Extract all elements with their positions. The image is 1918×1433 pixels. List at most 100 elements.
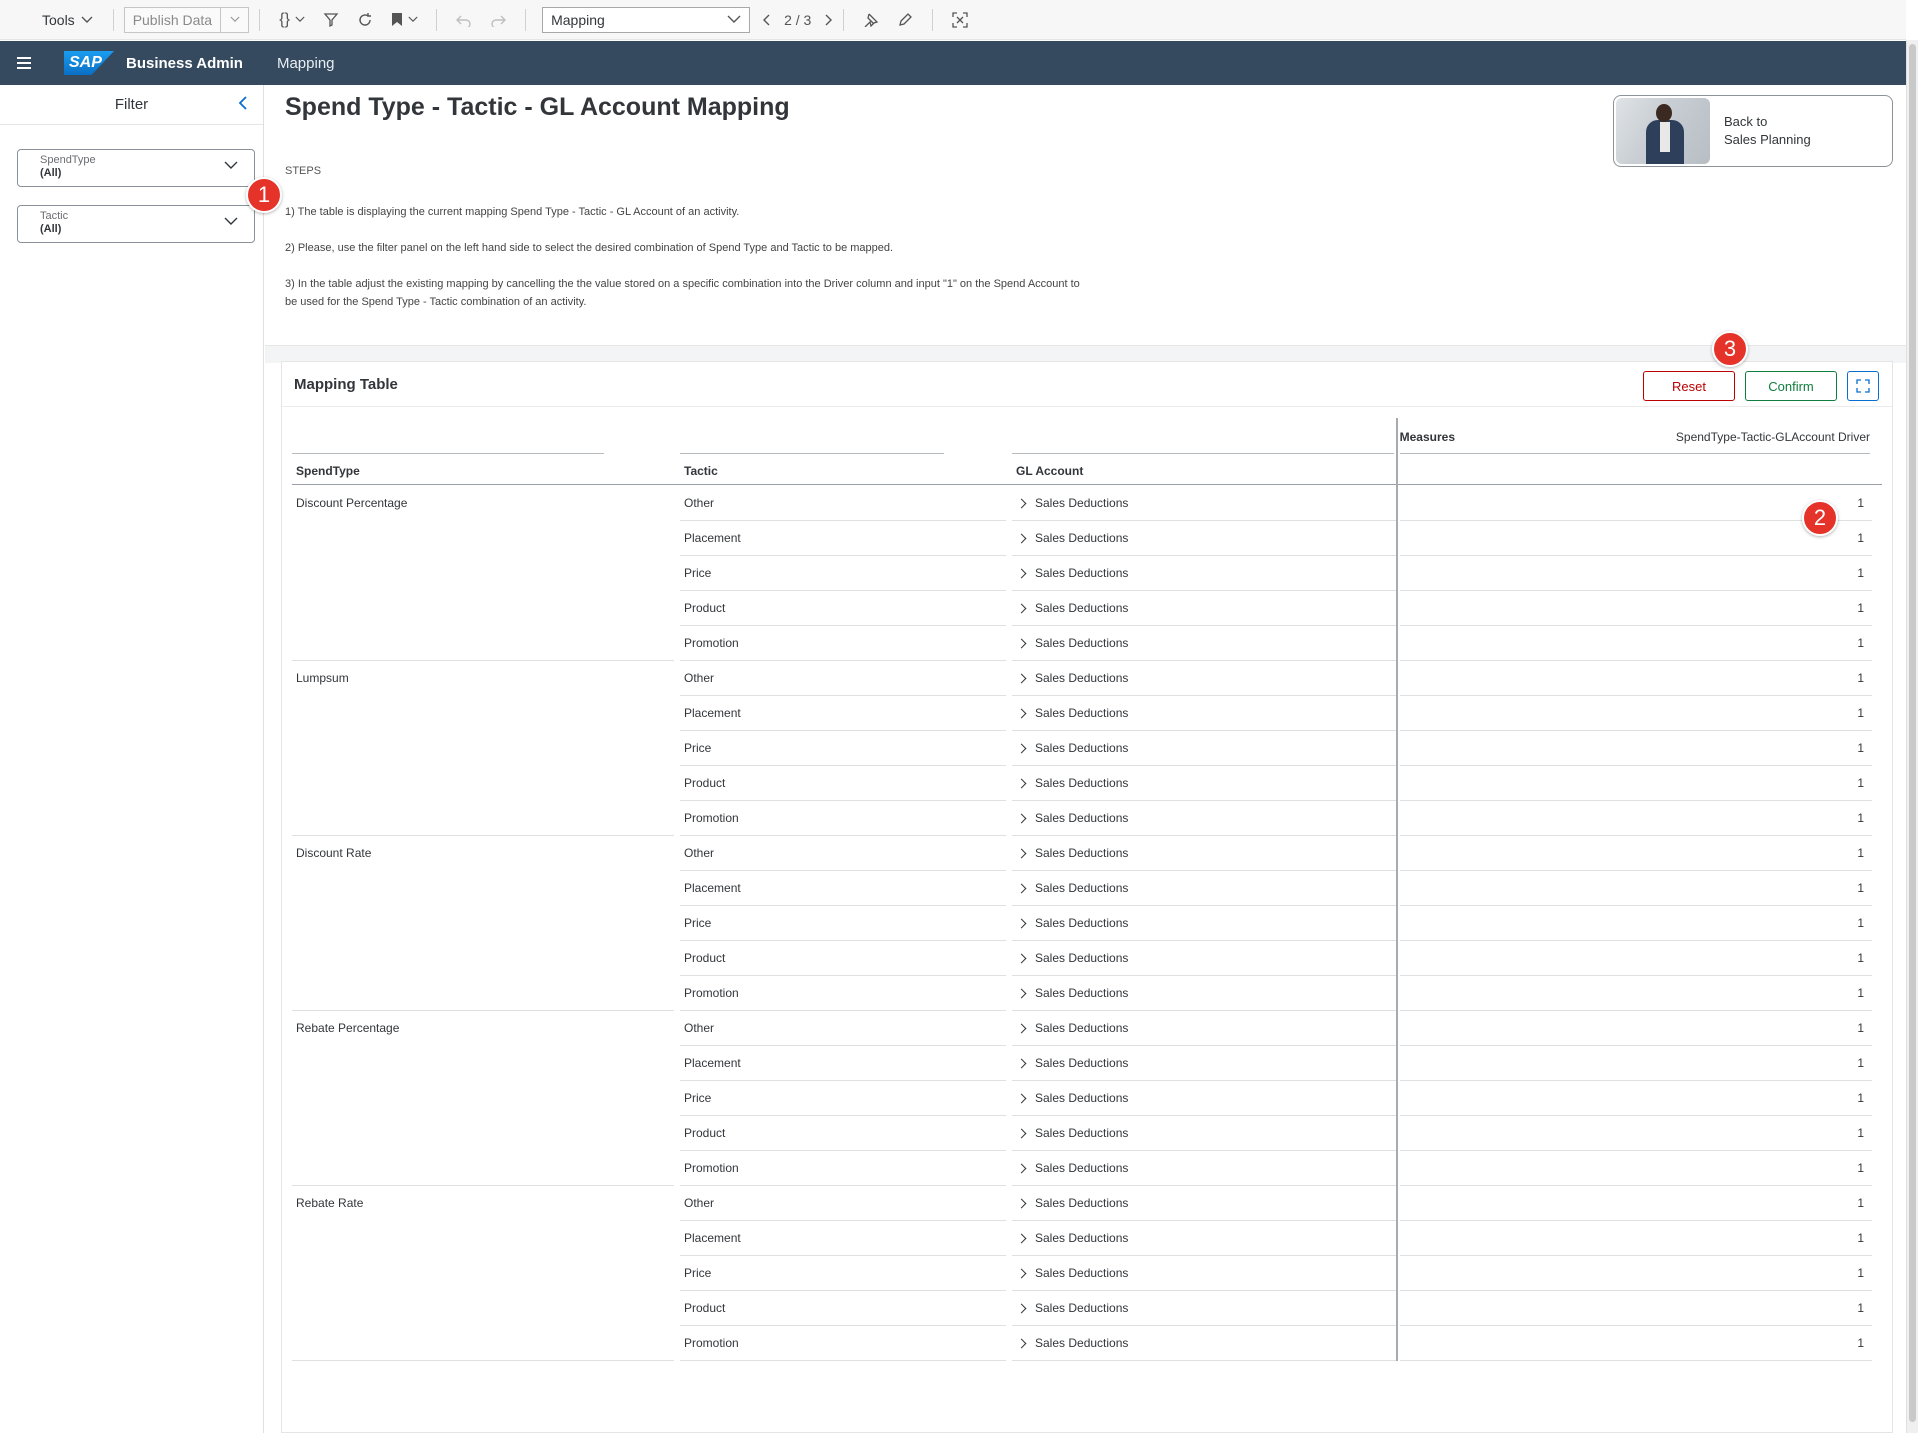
gl-account-cell[interactable]: Sales Deductions [1012,1256,1396,1291]
tactic-column-header[interactable]: Tactic [684,464,718,478]
chevron-right-icon[interactable] [1016,743,1027,753]
chevron-right-icon[interactable] [1016,1023,1027,1033]
chevron-right-icon[interactable] [1016,813,1027,823]
gl-account-cell[interactable]: Sales Deductions [1012,1011,1396,1046]
driver-value-cell[interactable]: 1 [1400,556,1872,591]
back-to-sales-planning-button[interactable]: Back to Sales Planning [1613,95,1893,167]
driver-value-cell[interactable]: 1 [1400,696,1872,731]
chevron-right-icon[interactable] [1016,1128,1027,1138]
publish-dropdown[interactable] [220,7,248,32]
chevron-right-icon[interactable] [1016,1058,1027,1068]
gl-account-cell[interactable]: Sales Deductions [1012,626,1396,661]
driver-value-cell[interactable]: 1 [1400,661,1872,696]
driver-value-cell[interactable]: 1 [1400,1011,1872,1046]
chevron-right-icon[interactable] [1016,918,1027,928]
chevron-right-icon[interactable] [1016,498,1027,508]
gl-account-cell[interactable]: Sales Deductions [1012,941,1396,976]
gl-account-cell[interactable]: Sales Deductions [1012,836,1396,871]
driver-value-cell[interactable]: 1 [1400,976,1872,1011]
chevron-right-icon[interactable] [1016,1233,1027,1243]
tactic-filter[interactable]: Tactic (All) [17,205,255,243]
spendtype-column-header[interactable]: SpendType [296,464,360,478]
gl-account-cell[interactable]: Sales Deductions [1012,486,1396,521]
undo-icon[interactable] [447,6,481,34]
chevron-right-icon[interactable] [1016,953,1027,963]
gl-account-cell[interactable]: Sales Deductions [1012,731,1396,766]
chevron-right-icon[interactable] [1016,848,1027,858]
driver-value-cell[interactable]: 1 [1400,1081,1872,1116]
chevron-right-icon[interactable] [1016,1163,1027,1173]
confirm-button[interactable]: Confirm [1745,371,1837,401]
refresh-icon[interactable] [348,6,382,34]
gl-account-cell[interactable]: Sales Deductions [1012,871,1396,906]
driver-value-cell[interactable]: 1 [1400,1326,1872,1361]
tools-menu[interactable]: Tools [42,6,93,34]
chevron-right-icon[interactable] [1016,568,1027,578]
chevron-right-icon[interactable] [1016,603,1027,613]
gl-account-cell[interactable]: Sales Deductions [1012,661,1396,696]
chevron-right-icon[interactable] [1016,1338,1027,1348]
chevron-right-icon[interactable] [1016,1303,1027,1313]
code-braces-icon[interactable]: {} [270,6,314,34]
driver-value-cell[interactable]: 1 [1400,941,1872,976]
spendtype-filter[interactable]: SpendType (All) [17,149,255,187]
gl-account-cell[interactable]: Sales Deductions [1012,1116,1396,1151]
chevron-right-icon[interactable] [1016,988,1027,998]
gl-account-cell[interactable]: Sales Deductions [1012,1291,1396,1326]
chevron-right-icon[interactable] [1016,533,1027,543]
fullscreen-icon[interactable] [943,6,977,34]
gl-account-cell[interactable]: Sales Deductions [1012,1151,1396,1186]
driver-value-cell[interactable]: 1 [1400,1116,1872,1151]
driver-value-cell[interactable]: 1 [1400,766,1872,801]
driver-value-cell[interactable]: 1 [1400,1046,1872,1081]
chevron-left-icon[interactable] [238,96,247,110]
filter-icon[interactable] [314,6,348,34]
driver-value-cell[interactable]: 1 [1400,591,1872,626]
driver-value-cell[interactable]: 1 [1400,626,1872,661]
driver-value-cell[interactable]: 1 [1400,836,1872,871]
gl-account-cell[interactable]: Sales Deductions [1012,1326,1396,1361]
gl-account-cell[interactable]: Sales Deductions [1012,591,1396,626]
chevron-left-icon[interactable] [762,14,770,26]
driver-value-cell[interactable]: 1 [1400,801,1872,836]
gl-account-cell[interactable]: Sales Deductions [1012,801,1396,836]
gl-account-cell[interactable]: Sales Deductions [1012,556,1396,591]
driver-value-cell[interactable]: 1 [1400,1256,1872,1291]
driver-value-cell[interactable]: 1 [1400,871,1872,906]
chevron-right-icon[interactable] [1016,1268,1027,1278]
driver-value-cell[interactable]: 1 [1400,731,1872,766]
chevron-right-icon[interactable] [825,14,833,26]
gl-account-cell[interactable]: Sales Deductions [1012,1081,1396,1116]
driver-value-cell[interactable]: 1 [1400,1151,1872,1186]
vertical-scrollbar[interactable] [1906,40,1918,1433]
gl-account-cell[interactable]: Sales Deductions [1012,766,1396,801]
pin-icon[interactable] [854,6,888,34]
expand-icon[interactable] [1847,371,1879,401]
driver-value-cell[interactable]: 1 [1400,1186,1872,1221]
gl-account-column-header[interactable]: GL Account [1016,464,1083,478]
gl-account-cell[interactable]: Sales Deductions [1012,521,1396,556]
bookmark-icon[interactable] [382,6,426,34]
chevron-right-icon[interactable] [1016,673,1027,683]
hamburger-icon[interactable] [0,41,48,85]
gl-account-cell[interactable]: Sales Deductions [1012,1221,1396,1256]
chevron-right-icon[interactable] [1016,1093,1027,1103]
edit-icon[interactable] [888,6,922,34]
chevron-right-icon[interactable] [1016,778,1027,788]
driver-value-cell[interactable]: 1 [1400,1221,1872,1256]
chevron-right-icon[interactable] [1016,883,1027,893]
chevron-right-icon[interactable] [1016,708,1027,718]
redo-icon[interactable] [481,6,515,34]
driver-value-cell[interactable]: 1 [1400,906,1872,941]
publish-data-button[interactable]: Publish Data [123,6,250,33]
breadcrumb[interactable]: Mapping [277,55,335,72]
driver-value-cell[interactable]: 1 [1400,521,1872,556]
chevron-right-icon[interactable] [1016,1198,1027,1208]
gl-account-cell[interactable]: Sales Deductions [1012,1046,1396,1081]
driver-value-cell[interactable]: 1 [1400,1291,1872,1326]
reset-button[interactable]: Reset [1643,371,1735,401]
gl-account-cell[interactable]: Sales Deductions [1012,1186,1396,1221]
chevron-right-icon[interactable] [1016,638,1027,648]
gl-account-cell[interactable]: Sales Deductions [1012,696,1396,731]
gl-account-cell[interactable]: Sales Deductions [1012,976,1396,1011]
